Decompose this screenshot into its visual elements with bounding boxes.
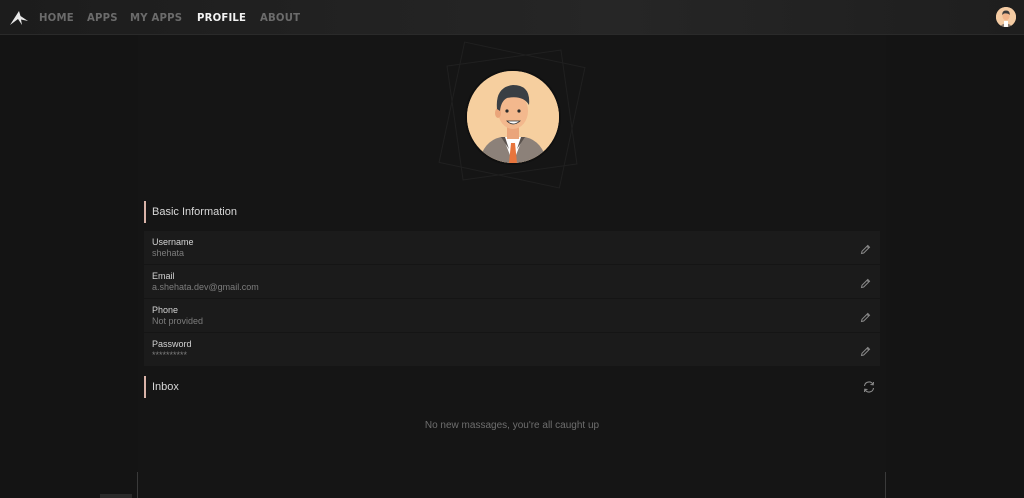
pencil-icon[interactable] xyxy=(860,276,871,289)
nav-link-about[interactable]: ABOUT xyxy=(260,11,300,24)
field-value: a.shehata.dev@gmail.com xyxy=(152,282,259,292)
pencil-icon[interactable] xyxy=(860,344,871,357)
pencil-icon[interactable] xyxy=(860,242,871,255)
field-value: Not provided xyxy=(152,316,204,326)
bottom-tab xyxy=(100,494,132,498)
logo-icon[interactable] xyxy=(9,7,31,27)
user-avatar[interactable] xyxy=(996,7,1016,27)
basic-information-header: Basic Information xyxy=(144,201,880,223)
pencil-icon[interactable] xyxy=(860,310,871,323)
section-title: Basic Information xyxy=(152,206,237,218)
field-value: shehata xyxy=(152,248,185,258)
field-value: ********** xyxy=(152,350,188,360)
field-label: Email xyxy=(152,271,175,281)
field-label: Password xyxy=(152,339,192,349)
nav-link-my-apps[interactable]: MY APPS xyxy=(130,11,182,24)
password-row: Password ********** xyxy=(144,333,880,366)
email-row: Email a.shehata.dev@gmail.com xyxy=(144,265,880,298)
profile-avatar-frame xyxy=(436,41,588,190)
section-title: Inbox xyxy=(152,381,179,393)
accent-bar xyxy=(144,201,146,223)
nav-link-profile[interactable]: PROFILE xyxy=(197,11,246,24)
field-label: Phone xyxy=(152,305,179,315)
inbox-header: Inbox xyxy=(144,376,880,398)
nav-link-apps[interactable]: APPS xyxy=(87,11,118,24)
refresh-icon[interactable] xyxy=(862,380,876,394)
phone-row: Phone Not provided xyxy=(144,299,880,332)
username-row: Username shehata xyxy=(144,231,880,264)
accent-bar xyxy=(144,376,146,398)
empty-inbox-message: No new massages, you're all caught up xyxy=(424,420,600,431)
top-navbar: HOME APPS MY APPS PROFILE ABOUT xyxy=(0,0,1024,35)
content-edge-right xyxy=(885,472,886,498)
profile-avatar[interactable] xyxy=(465,69,561,165)
nav-link-home[interactable]: HOME xyxy=(39,11,74,24)
field-label: Username xyxy=(152,237,194,247)
content-edge-left xyxy=(137,472,138,498)
inbox-panel: No new massages, you're all caught up xyxy=(144,398,880,458)
